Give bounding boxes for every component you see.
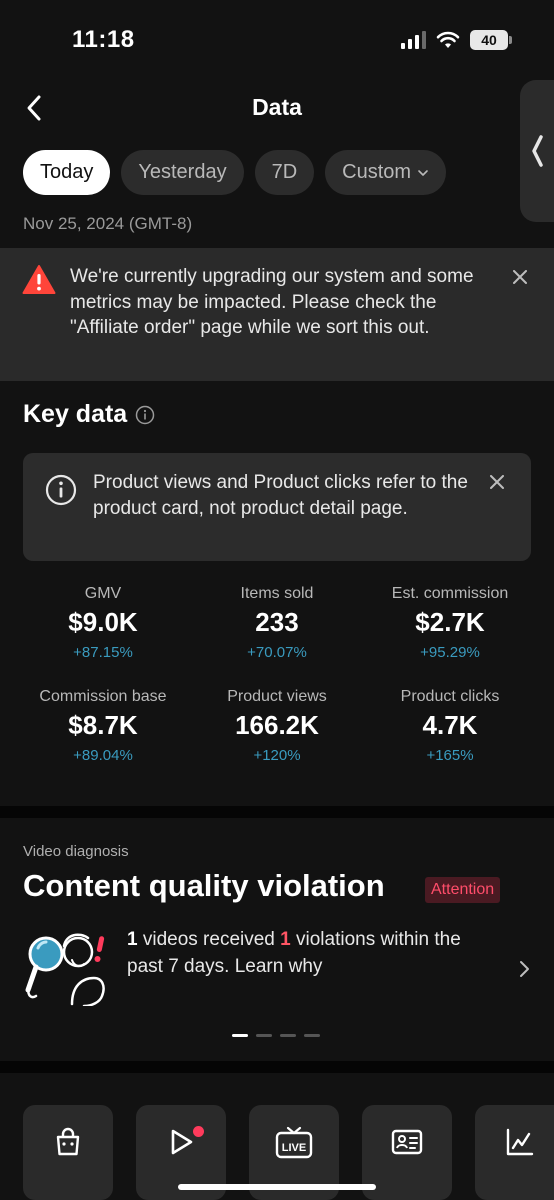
page-dot <box>232 1034 248 1037</box>
metric-commission-base[interactable]: Commission base $8.7K +89.04% <box>13 688 193 764</box>
metric-change: +70.07% <box>247 644 307 661</box>
metric-label: Product views <box>227 688 327 705</box>
side-panel-handle[interactable] <box>520 80 554 222</box>
diagnosis-message[interactable]: 1 videos received 1 violations within th… <box>127 926 497 980</box>
magnifier-person-illustration <box>25 933 105 1006</box>
live-icon: LIVE <box>275 1126 313 1158</box>
metric-change: +87.15% <box>73 644 133 661</box>
metric-value: $8.7K <box>68 710 138 740</box>
page-dot <box>304 1034 320 1037</box>
shop-shortcut-button[interactable] <box>23 1105 113 1200</box>
date-label: Nov 25, 2024 (GMT-8) <box>23 214 193 233</box>
key-data-heading: Key data <box>23 400 155 429</box>
status-bar: 11:18 40 <box>0 0 554 80</box>
tab-custom[interactable]: Custom <box>325 150 447 195</box>
system-warning-banner: We're currently upgrading our system and… <box>0 248 554 381</box>
info-message: Product views and Product clicks refer t… <box>93 472 468 519</box>
info-icon[interactable] <box>135 405 155 425</box>
metric-label: Commission base <box>39 688 167 705</box>
metric-value: 4.7K <box>422 710 478 740</box>
section-divider <box>0 1061 554 1073</box>
info-close-button[interactable] <box>486 471 508 493</box>
diagnosis-title: Content quality violation <box>23 868 385 903</box>
close-icon <box>513 270 527 284</box>
metric-value: 166.2K <box>235 710 319 740</box>
attention-badge: Attention <box>425 877 501 903</box>
warning-close-button[interactable] <box>509 266 531 288</box>
status-time: 11:18 <box>72 26 135 53</box>
wifi-icon <box>436 31 460 48</box>
status-icons: 40 <box>401 30 512 50</box>
close-icon <box>490 475 504 489</box>
warning-message: We're currently upgrading our system and… <box>70 266 474 338</box>
page-dot <box>280 1034 296 1037</box>
metric-change: +120% <box>253 747 301 764</box>
metric-change: +95.29% <box>420 644 480 661</box>
chevron-left-icon <box>532 135 543 167</box>
page-title: Data <box>252 94 302 120</box>
section-divider <box>0 806 554 818</box>
line-chart-icon <box>506 1128 534 1155</box>
chevron-down-icon <box>418 169 428 176</box>
tab-7d[interactable]: 7D <box>254 150 315 195</box>
product-metrics-info-box: Product views and Product clicks refer t… <box>23 453 531 561</box>
video-count: 1 <box>127 929 138 950</box>
metric-product-views[interactable]: Product views 166.2K +120% <box>187 688 367 764</box>
notification-dot <box>193 1126 204 1137</box>
id-card-icon <box>391 1129 423 1154</box>
metric-est-commission[interactable]: Est. commission $2.7K +95.29% <box>360 585 540 661</box>
metric-items-sold[interactable]: Items sold 233 +70.07% <box>187 585 367 661</box>
metric-gmv[interactable]: GMV $9.0K +87.15% <box>13 585 193 661</box>
metric-value: $9.0K <box>68 607 138 637</box>
header: Data <box>0 82 554 134</box>
metric-value: 233 <box>255 607 299 637</box>
metric-product-clicks[interactable]: Product clicks 4.7K +165% <box>360 688 540 764</box>
page-dot <box>256 1034 272 1037</box>
carousel-pagination <box>232 1034 320 1037</box>
live-label: LIVE <box>282 1142 306 1154</box>
violation-count: 1 <box>280 929 291 950</box>
info-icon <box>45 474 77 506</box>
tab-yesterday[interactable]: Yesterday <box>121 150 244 195</box>
metric-change: +89.04% <box>73 747 133 764</box>
date-range-tabs: Today Yesterday 7D Custom <box>23 150 447 195</box>
metric-label: Product clicks <box>400 688 500 705</box>
battery-indicator: 40 <box>470 30 512 50</box>
chevron-right-icon[interactable] <box>514 958 534 980</box>
metric-label: Items sold <box>240 585 314 602</box>
shopping-bag-icon <box>56 1127 80 1155</box>
data-screen: 11:18 40 Data Today Yesterday 7D Custom … <box>0 0 554 1200</box>
tab-today[interactable]: Today <box>23 150 111 195</box>
metric-label: Est. commission <box>391 585 509 602</box>
analytics-shortcut-button[interactable] <box>475 1105 554 1200</box>
metric-change: +165% <box>426 747 474 764</box>
video-diagnosis-caption: Video diagnosis <box>23 843 129 860</box>
metric-label: GMV <box>84 585 122 602</box>
play-icon <box>171 1129 193 1154</box>
metric-value: $2.7K <box>415 607 485 637</box>
warning-triangle-icon <box>22 265 56 294</box>
cellular-signal-icon <box>401 31 426 49</box>
home-indicator[interactable] <box>178 1184 376 1190</box>
